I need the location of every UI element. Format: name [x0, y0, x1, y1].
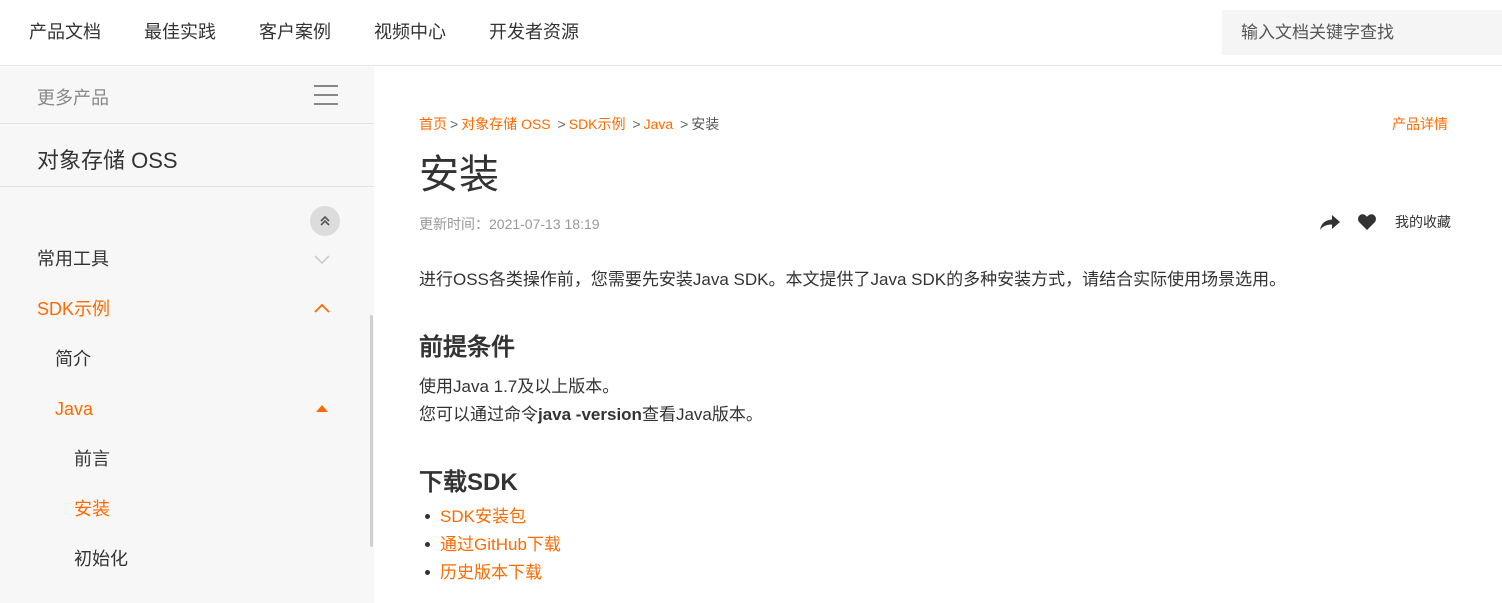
sidebar-item-label: Java — [55, 399, 94, 419]
list-item: 历史版本下载 — [419, 559, 561, 587]
sidebar-item-label: 简介 — [55, 349, 91, 369]
list-item: 通过GitHub下载 — [419, 531, 561, 559]
double-chevron-up-icon — [320, 215, 330, 226]
sidebar-item-common-tools[interactable]: 常用工具 — [0, 239, 360, 279]
nav-item-customer-cases[interactable]: 客户案例 — [259, 20, 331, 44]
menu-icon[interactable] — [314, 85, 338, 105]
breadcrumb-sdk-examples[interactable]: SDK示例 — [569, 116, 626, 132]
nav-item-developer-resources[interactable]: 开发者资源 — [489, 20, 579, 44]
main-content: 首页 > 对象存储 OSS > SDK示例 > Java > 安装 产品详情 安装 更新时… — [374, 67, 1502, 603]
sidebar-item-label: 安装 — [74, 499, 110, 519]
share-icon[interactable] — [1319, 212, 1341, 232]
favorites-label[interactable]: 我的收藏 — [1395, 212, 1451, 232]
sidebar-item-preface[interactable]: 前言 — [0, 439, 360, 479]
download-sdk-heading: 下载SDK — [419, 469, 518, 496]
breadcrumb-home[interactable]: 首页 — [419, 116, 447, 132]
search-input[interactable] — [1222, 10, 1502, 55]
command-text: java -version — [538, 405, 642, 424]
sidebar-item-java[interactable]: Java — [0, 389, 360, 429]
sidebar-item-init[interactable]: 初始化 — [0, 539, 360, 579]
breadcrumb: 首页 > 对象存储 OSS > SDK示例 > Java > 安装 — [419, 116, 720, 132]
github-download-link[interactable]: 通过GitHub下载 — [440, 535, 561, 554]
product-detail-link[interactable]: 产品详情 — [1392, 114, 1448, 134]
nav-item-best-practices[interactable]: 最佳实践 — [144, 20, 216, 44]
chevron-up-icon — [314, 303, 330, 313]
more-products-label[interactable]: 更多产品 — [37, 84, 109, 110]
collapse-all-button[interactable] — [310, 206, 340, 236]
more-products-bar: 更多产品 — [0, 67, 374, 124]
sdk-package-link[interactable]: SDK安装包 — [440, 507, 526, 526]
breadcrumb-java[interactable]: Java — [644, 116, 674, 132]
product-title[interactable]: 对象存储 OSS — [37, 143, 178, 175]
sidebar-item-intro[interactable]: 简介 — [0, 339, 360, 379]
chevron-down-icon — [314, 255, 330, 265]
sidebar-item-sdk-examples[interactable]: SDK示例 — [0, 289, 360, 329]
sidebar-item-label: 前言 — [74, 449, 110, 469]
prerequisites-line-2: 您可以通过命令java -version查看Java版本。 — [419, 405, 763, 424]
page-title: 安装 — [419, 153, 499, 197]
history-versions-link[interactable]: 历史版本下载 — [440, 563, 542, 582]
caret-up-icon — [316, 405, 328, 412]
sidebar-item-label: 初始化 — [74, 549, 128, 569]
prerequisites-line-1: 使用Java 1.7及以上版本。 — [419, 377, 620, 396]
heart-icon[interactable] — [1357, 212, 1377, 232]
breadcrumb-oss[interactable]: 对象存储 OSS — [461, 116, 550, 132]
breadcrumb-current: 安装 — [691, 116, 720, 132]
download-links-list: SDK安装包 通过GitHub下载 历史版本下载 — [419, 503, 561, 587]
list-item: SDK安装包 — [419, 503, 561, 531]
sidebar-item-label: SDK示例 — [37, 299, 111, 319]
nav-item-product-docs[interactable]: 产品文档 — [29, 20, 101, 44]
intro-paragraph: 进行OSS各类操作前，您需要先安装Java SDK。本文提供了Java SDK的… — [419, 270, 1287, 289]
nav-item-video-center[interactable]: 视频中心 — [374, 20, 446, 44]
product-title-bar: 对象存储 OSS — [0, 124, 374, 187]
update-time: 更新时间：2021-07-13 18:19 — [419, 216, 600, 232]
prerequisites-heading: 前提条件 — [419, 334, 515, 361]
sidebar-item-install[interactable]: 安装 — [0, 489, 360, 529]
sidebar-item-label: 常用工具 — [37, 249, 109, 269]
sidebar: 更多产品 对象存储 OSS 常用工具 SDK示例 简介 Java 前言 安装 初… — [0, 67, 374, 603]
top-navigation: 产品文档 最佳实践 客户案例 视频中心 开发者资源 — [0, 0, 1502, 66]
sidebar-scrollbar[interactable] — [370, 315, 373, 547]
